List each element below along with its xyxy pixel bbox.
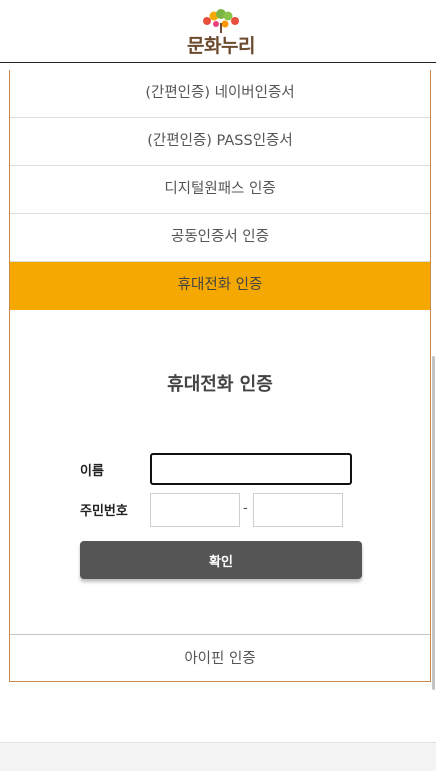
logo-tree-icon [203, 9, 239, 33]
rrn-separator: - [243, 501, 248, 516]
rrn-back-input[interactable] [253, 493, 343, 527]
footer-bar [0, 742, 436, 771]
rrn-front-input[interactable] [150, 493, 240, 527]
name-label: 이름 [80, 464, 104, 479]
auth-method-item[interactable]: 디지털원패스 인증 [10, 166, 430, 214]
auth-method-item[interactable]: (간편인증) 네이버인증서 [10, 70, 430, 118]
confirm-button[interactable]: 확인 [80, 541, 362, 579]
auth-method-item[interactable]: 공동인증서 인증 [10, 214, 430, 262]
form-title: 휴대전화 인증 [167, 374, 273, 395]
logo-text: 문화누리 [187, 35, 255, 57]
rrn-label: 주민번호 [80, 504, 128, 519]
logo[interactable]: 문화누리 [185, 9, 257, 57]
scrollbar[interactable] [432, 356, 435, 690]
name-input[interactable] [150, 453, 352, 485]
auth-panel: (간편인증) 네이버인증서 (간편인증) PASS인증서 디지털원패스 인증 공동인증… [9, 70, 431, 682]
auth-method-list: (간편인증) 네이버인증서 (간편인증) PASS인증서 디지털원패스 인증 공동인증… [10, 70, 430, 310]
auth-method-item[interactable]: 휴대전화 인증 [10, 262, 430, 310]
ipin-auth-option[interactable]: 아이핀 인증 [10, 634, 430, 682]
auth-method-item[interactable]: (간편인증) PASS인증서 [10, 118, 430, 166]
header: 문화누리 [0, 0, 436, 63]
